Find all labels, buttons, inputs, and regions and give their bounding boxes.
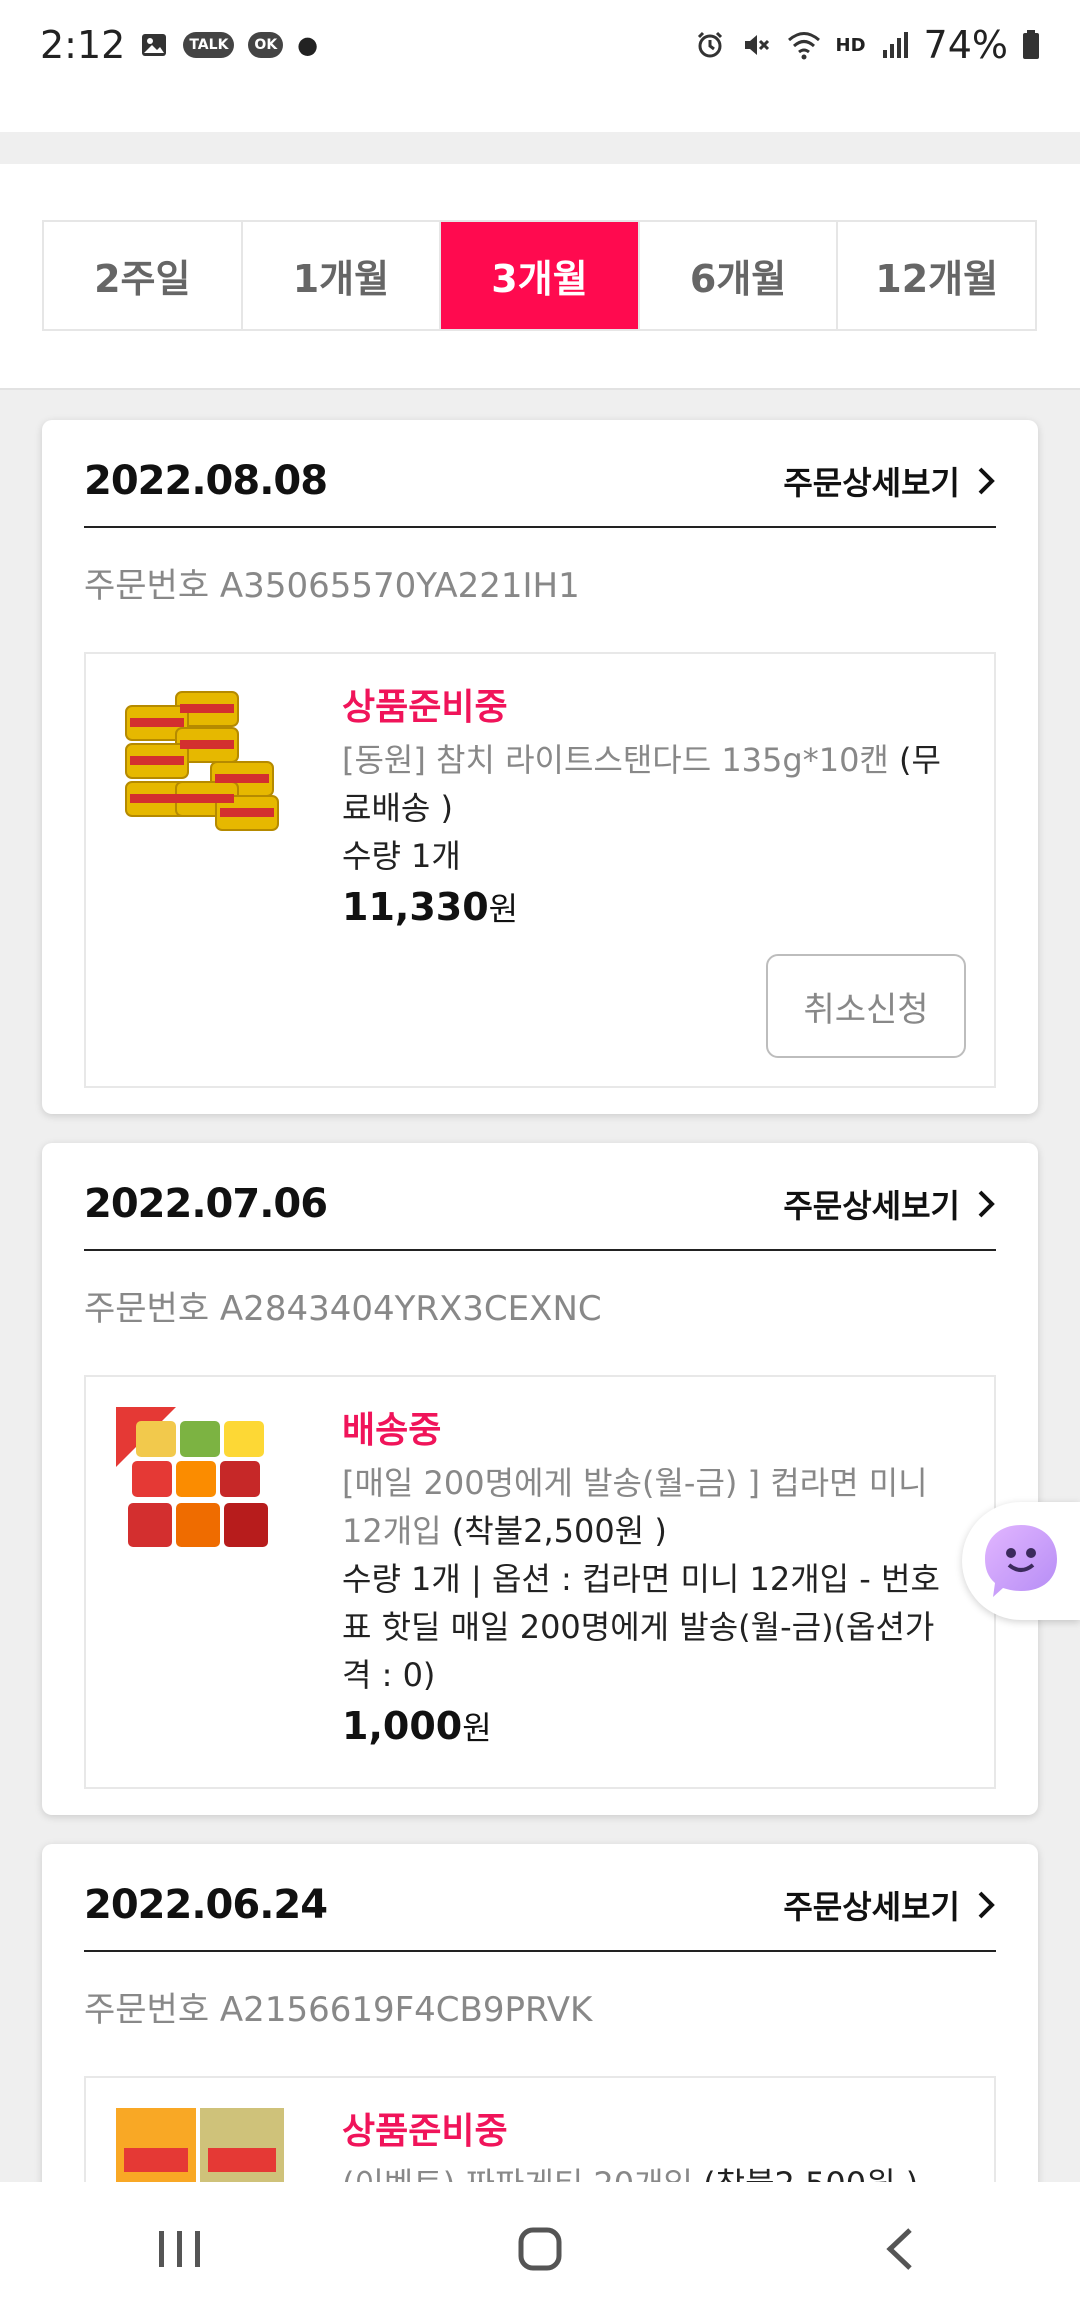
order-detail-label: 주문상세보기 [783,1888,960,1926]
chevron-right-icon [978,467,995,495]
order-header: 2022.08.08 주문상세보기 [84,454,996,528]
product-item: 상품준비중 [동원] 참치 라이트스탠다드 135g*10캔 (무료배송 ) 수… [84,652,996,1088]
order-status: 상품준비중 [342,687,508,728]
price-value: 1,000 [342,1704,463,1748]
product-name[interactable]: [동원] 참치 라이트스탠다드 135g*10캔 [342,741,889,779]
tab-6-months[interactable]: 6개월 [640,222,839,329]
battery-percent: 74% [923,23,1008,67]
recent-apps-icon [159,2231,200,2267]
order-detail-link[interactable]: 주문상세보기 [783,1882,996,1928]
order-status: 배송중 [342,1410,442,1451]
product-name-line: [매일 200명에게 발송(월-금) ] 컵라면 미니 12개입 (착불2,50… [342,1459,954,1555]
order-card: 2022.07.06 주문상세보기 주문번호 A2843404YRX3CEXNC [42,1143,1038,1815]
signal-icon [880,30,910,60]
product-info: 배송중 [매일 200명에게 발송(월-금) ] 컵라면 미니 12개입 (착불… [342,1401,954,1749]
order-detail-link[interactable]: 주문상세보기 [783,1181,996,1227]
status-bar: 2:12 TALK OK ● HD 74% [0,0,1080,90]
product-info: 상품준비중 [동원] 참치 라이트스탠다드 135g*10캔 (무료배송 ) 수… [342,678,954,930]
order-detail-link[interactable]: 주문상세보기 [783,458,996,504]
quantity-and-options: 수량 1개 | 옵션 : 컵라면 미니 12개입 - 번호표 핫딜 매일 200… [342,1560,940,1694]
price-value: 11,330 [342,885,489,929]
gallery-icon [139,30,169,60]
product-image[interactable] [116,1407,286,1557]
divider [0,132,1080,164]
page-header-strip [0,90,1080,132]
period-tabs: 2주일 1개월 3개월 6개월 12개월 [42,220,1037,331]
period-filter: 2주일 1개월 3개월 6개월 12개월 [0,164,1080,390]
tab-3-months[interactable]: 3개월 [441,222,640,329]
clock: 2:12 [40,23,126,67]
quantity: 수량 1개 [342,837,461,875]
product-item: 배송중 [매일 200명에게 발송(월-금) ] 컵라면 미니 12개입 (착불… [84,1375,996,1789]
order-number: 주문번호 A2156619F4CB9PRVK [84,1990,593,2030]
mute-icon [740,29,772,61]
order-header: 2022.07.06 주문상세보기 [84,1177,996,1251]
order-header: 2022.06.24 주문상세보기 [84,1878,996,1952]
order-number: 주문번호 A35065570YA221IH1 [84,566,580,606]
chatbot-icon [985,1525,1057,1597]
order-card: 2022.08.08 주문상세보기 주문번호 A35065570YA221IH1 [42,420,1038,1114]
talk-badge-icon: TALK [183,32,235,58]
currency-unit: 원 [488,890,519,928]
product-name-line: [동원] 참치 라이트스탠다드 135g*10캔 (무료배송 ) [342,736,954,832]
wifi-icon [786,29,822,61]
recent-apps-button[interactable] [120,2209,240,2289]
status-bar-left: 2:12 TALK OK ● [40,23,318,67]
back-icon [886,2228,912,2270]
product-image[interactable] [116,684,286,834]
dot-icon: ● [297,31,319,59]
chatbot-button[interactable] [962,1502,1080,1620]
home-button[interactable] [480,2209,600,2289]
ok-badge-icon: OK [248,32,284,58]
currency-unit: 원 [462,1709,492,1747]
order-detail-label: 주문상세보기 [783,1187,960,1225]
hd-voice-icon: HD [835,34,866,56]
chevron-right-icon [978,1891,995,1919]
order-date: 2022.07.06 [84,1181,328,1227]
back-button[interactable] [840,2209,960,2289]
status-bar-right: HD 74% [694,23,1040,67]
tab-1-month[interactable]: 1개월 [243,222,442,329]
home-icon [518,2227,562,2271]
shipping-fee: (착불2,500원 ) [451,1512,667,1550]
order-detail-label: 주문상세보기 [783,464,960,502]
order-date: 2022.08.08 [84,458,328,504]
chevron-right-icon [978,1190,995,1218]
price: 1,000원 [342,1703,954,1749]
price: 11,330원 [342,884,954,930]
tab-12-months[interactable]: 12개월 [838,222,1035,329]
order-status: 상품준비중 [342,2111,508,2152]
system-nav-bar [0,2182,1080,2316]
cancel-request-button[interactable]: 취소신청 [766,954,966,1058]
alarm-icon [694,29,726,61]
battery-icon [1022,30,1040,60]
tab-2-weeks[interactable]: 2주일 [44,222,243,329]
order-date: 2022.06.24 [84,1882,328,1928]
order-number: 주문번호 A2843404YRX3CEXNC [84,1289,602,1329]
